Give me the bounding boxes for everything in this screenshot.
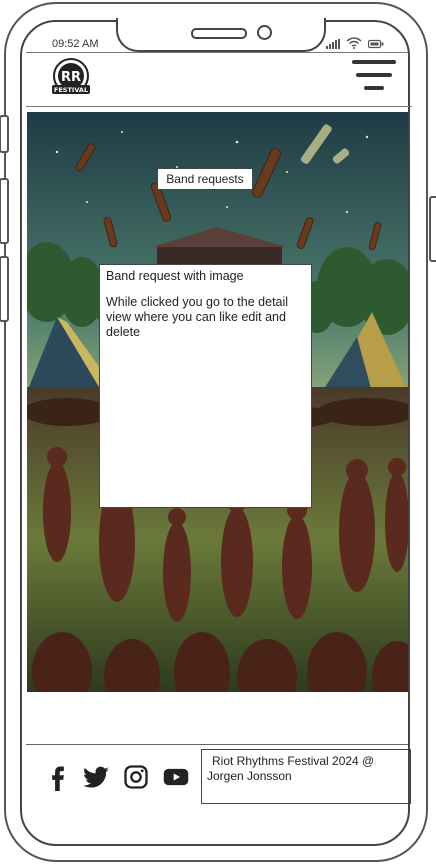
footer-divider: [26, 744, 408, 745]
battery-icon: [368, 39, 384, 49]
power-button: [429, 196, 436, 262]
status-icons: [326, 37, 384, 49]
card-heading: Band request with image: [106, 269, 244, 283]
volume-up-button: [0, 178, 9, 244]
copyright-line2: Jorgen Jonsson: [207, 769, 292, 783]
facebook-icon[interactable]: [44, 763, 72, 791]
svg-text:FESTIVAL: FESTIVAL: [54, 86, 88, 94]
hamburger-icon[interactable]: [350, 58, 396, 98]
instagram-icon[interactable]: [122, 763, 150, 791]
volume-button: [0, 115, 9, 153]
card-description: While clicked you go to the detail view …: [106, 295, 289, 339]
speaker-grille: [191, 28, 247, 39]
band-request-card[interactable]: Band request with image While clicked yo…: [99, 264, 312, 508]
header-bottom-divider: [26, 106, 412, 107]
status-time: 09:52 AM: [52, 38, 99, 50]
front-camera: [257, 25, 272, 40]
copyright-box: Riot Rhythms Festival 2024 @ Jorgen Jons…: [201, 749, 411, 804]
twitter-icon[interactable]: [82, 763, 110, 791]
wifi-icon: [346, 37, 362, 49]
copyright-line1: Riot Rhythms Festival 2024 @: [212, 754, 375, 768]
youtube-icon[interactable]: [162, 763, 190, 791]
header-top-divider: [26, 52, 408, 53]
volume-down-button: [0, 256, 9, 322]
signal-icon: [326, 39, 340, 49]
festival-logo[interactable]: RR FESTIVAL: [47, 58, 95, 96]
svg-text:RR: RR: [61, 70, 81, 85]
page-title: Band requests: [157, 168, 253, 190]
